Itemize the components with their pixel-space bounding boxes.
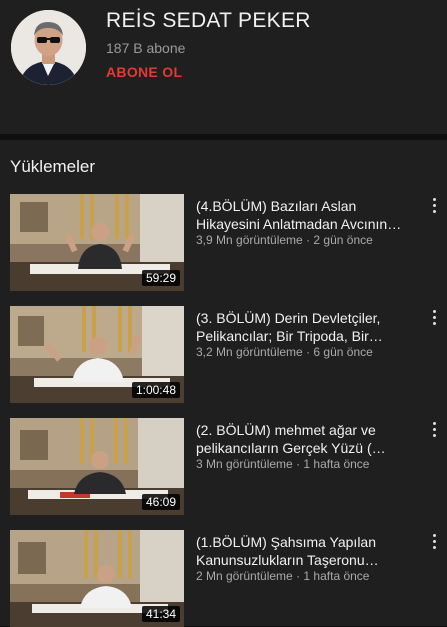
video-duration: 46:09 (141, 494, 180, 510)
video-duration: 59:29 (141, 270, 180, 286)
video-title[interactable]: (4.BÖLÜM) Bazıları Aslan Hikayesini Anla… (196, 197, 420, 233)
subscribe-button[interactable]: ABONE OL (106, 64, 182, 80)
video-thumbnail[interactable]: 46:09 (10, 418, 184, 515)
video-duration: 41:34 (141, 606, 180, 622)
view-count: 2 Mn görüntüleme (196, 569, 293, 583)
video-title[interactable]: (1.BÖLÜM) Şahsıma Yapılan Kanunsuzluklar… (196, 533, 420, 569)
video-meta: 3 Mn görüntüleme · 1 hafta önce (196, 457, 426, 471)
video-thumbnail[interactable]: 59:29 (10, 194, 184, 291)
section-title: Yüklemeler (10, 157, 96, 176)
video-thumbnail[interactable]: 1:00:48 (10, 306, 184, 403)
video-item[interactable]: 46:09 (2. BÖLÜM) mehmet ağar ve pelikanc… (10, 418, 447, 515)
view-count: 3 Mn görüntüleme (196, 457, 293, 471)
video-item[interactable]: 59:29 (4.BÖLÜM) Bazıları Aslan Hikayesin… (10, 194, 447, 291)
more-vert-icon[interactable] (428, 306, 442, 330)
meta-separator: · (306, 233, 311, 247)
video-duration: 1:00:48 (131, 382, 180, 398)
video-title[interactable]: (2. BÖLÜM) mehmet ağar ve pelikancıların… (196, 421, 420, 457)
view-count: 3,9 Mn görüntüleme (196, 233, 303, 247)
video-thumbnail[interactable]: 41:34 (10, 530, 184, 627)
video-meta: 3,9 Mn görüntüleme · 2 gün önce (196, 233, 426, 247)
video-meta: 2 Mn görüntüleme · 1 hafta önce (196, 569, 426, 583)
video-meta: 3,2 Mn görüntüleme · 6 gün önce (196, 345, 426, 359)
meta-separator: · (306, 345, 311, 359)
video-item[interactable]: 41:34 (1.BÖLÜM) Şahsıma Yapılan Kanunsuz… (10, 530, 447, 627)
meta-separator: · (296, 569, 301, 583)
more-vert-icon[interactable] (428, 530, 442, 554)
meta-separator: · (296, 457, 301, 471)
uploads-section: Yüklemeler 59:29 (4.BÖLÜM) Bazıları Asla… (0, 140, 447, 627)
channel-name: REİS SEDAT PEKER (106, 9, 311, 32)
video-item[interactable]: 1:00:48 (3. BÖLÜM) Derin Devletçiler, Pe… (10, 306, 447, 403)
upload-age: 1 hafta önce (303, 569, 370, 583)
more-vert-icon[interactable] (428, 194, 442, 218)
upload-age: 2 gün önce (313, 233, 373, 247)
more-vert-icon[interactable] (428, 418, 442, 442)
subscriber-count: 187 B abone (106, 40, 186, 56)
channel-avatar[interactable] (11, 10, 86, 85)
channel-header: REİS SEDAT PEKER 187 B abone ABONE OL (0, 0, 447, 134)
video-title[interactable]: (3. BÖLÜM) Derin Devletçiler, Pelikancıl… (196, 309, 420, 345)
upload-age: 6 gün önce (313, 345, 373, 359)
upload-age: 1 hafta önce (303, 457, 370, 471)
view-count: 3,2 Mn görüntüleme (196, 345, 303, 359)
